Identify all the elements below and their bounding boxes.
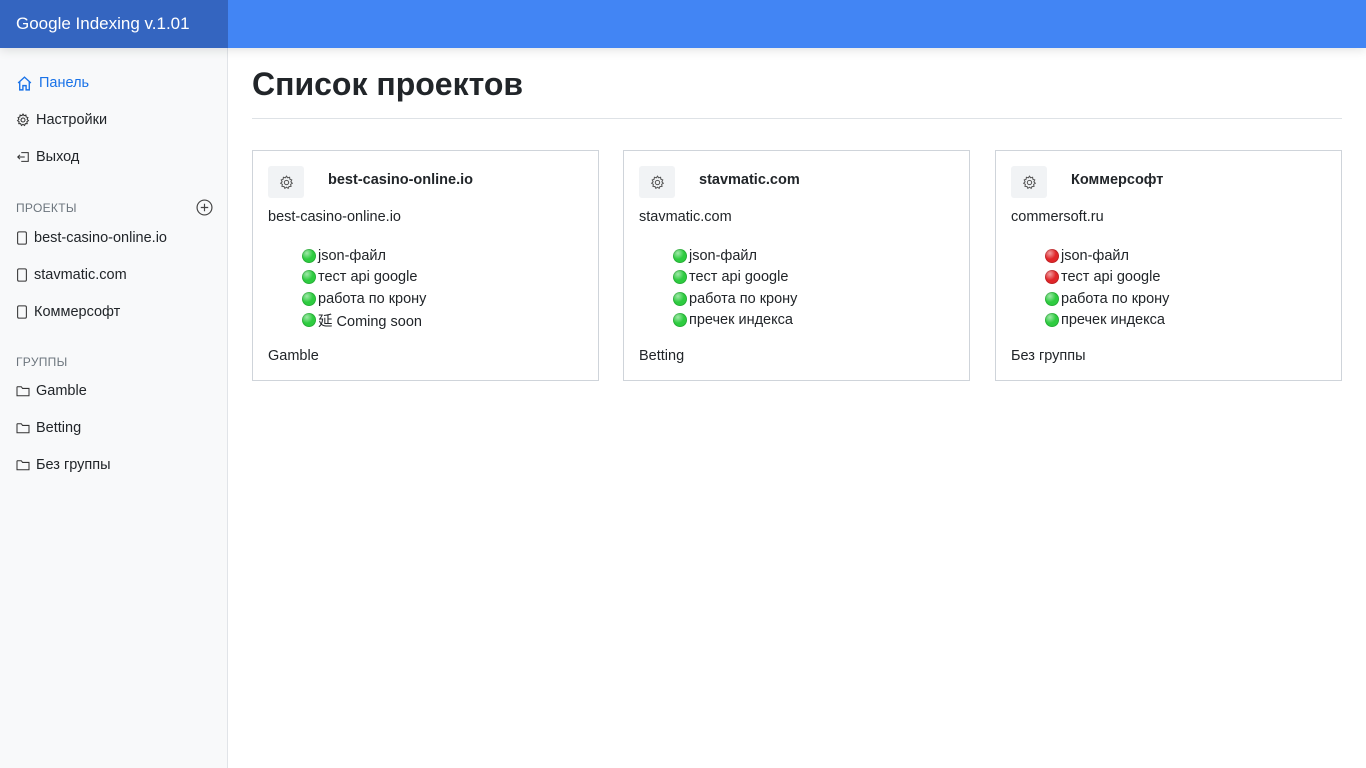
check-label: работа по крону xyxy=(1061,290,1170,307)
add-project-button[interactable] xyxy=(195,198,213,216)
nav-item-label: Выход xyxy=(36,149,80,165)
home-icon xyxy=(17,75,32,91)
check-item: работа по крону xyxy=(1045,288,1169,310)
status-dot xyxy=(302,313,316,328)
gear-icon xyxy=(279,174,293,189)
project-checks: json-файл тест api google работа по крон… xyxy=(1045,245,1169,331)
sidebar-group-betting[interactable]: Betting xyxy=(16,416,81,440)
folder-icon xyxy=(16,460,30,471)
nav-item-logout[interactable]: Выход xyxy=(16,145,79,169)
status-dot xyxy=(1045,291,1059,306)
project-card: stavmatic.com stavmatic.com json-файл те… xyxy=(623,150,970,381)
nav-item-label: Панель xyxy=(39,75,90,91)
project-settings-button[interactable] xyxy=(1011,166,1047,198)
check-item: json-файл xyxy=(302,245,426,267)
sidebar-group-label: Betting xyxy=(36,420,82,436)
sidebar-group-label: Gamble xyxy=(36,383,87,399)
sidebar-group-label: Без группы xyxy=(36,457,111,473)
check-item: тест api google xyxy=(673,267,797,289)
status-dot xyxy=(673,270,687,285)
project-name[interactable]: stavmatic.com xyxy=(699,172,800,188)
project-checks: json-файл тест api google работа по крон… xyxy=(673,245,797,331)
check-label: пречек индекса xyxy=(689,312,793,329)
nav-item-dashboard[interactable]: Панель xyxy=(16,71,89,95)
project-group: Без группы xyxy=(1011,348,1086,364)
sidebar-project-label: best-casino-online.io xyxy=(34,230,167,246)
sidebar-group-no-group[interactable]: Без группы xyxy=(16,453,111,477)
nav-item-label: Настройки xyxy=(36,112,108,128)
check-item: пречек индекса xyxy=(673,310,797,332)
project-domain: best-casino-online.io xyxy=(268,209,401,225)
title-divider xyxy=(252,118,1342,119)
folder-icon xyxy=(16,423,30,434)
check-label: json-файл xyxy=(1061,247,1129,264)
check-item: тест api google xyxy=(1045,267,1169,289)
check-label: работа по крону xyxy=(689,290,798,307)
folder-icon xyxy=(16,386,30,397)
project-name[interactable]: Коммерсофт xyxy=(1071,172,1163,188)
project-group: Gamble xyxy=(268,348,319,364)
project-domain: stavmatic.com xyxy=(639,209,732,225)
file-icon xyxy=(17,268,27,282)
check-label: пречек индекса xyxy=(1061,312,1165,329)
file-icon xyxy=(17,305,27,319)
status-dot xyxy=(302,248,316,263)
check-item: 延 Coming soon xyxy=(302,310,426,332)
sidebar-group-gamble[interactable]: Gamble xyxy=(16,379,87,403)
status-dot xyxy=(1045,313,1059,328)
project-name[interactable]: best-casino-online.io xyxy=(328,172,473,188)
groups-heading: ГРУППЫ xyxy=(16,355,68,369)
projects-heading: ПРОЕКТЫ xyxy=(16,201,77,215)
sidebar-project-label: Коммерсофт xyxy=(34,304,121,320)
project-checks: json-файл тест api google работа по крон… xyxy=(302,245,426,331)
gear-icon xyxy=(16,113,30,127)
status-dot xyxy=(1045,270,1059,285)
check-label: тест api google xyxy=(318,269,418,286)
check-label: тест api google xyxy=(689,269,789,286)
gear-icon xyxy=(1022,174,1036,189)
check-item: тест api google xyxy=(302,267,426,289)
check-label: 延 Coming soon xyxy=(318,313,422,330)
status-dot xyxy=(302,270,316,285)
app-title[interactable]: Google Indexing v.1.01 xyxy=(0,0,228,48)
status-dot xyxy=(673,291,687,306)
check-item: работа по крону xyxy=(302,288,426,310)
check-item: json-файл xyxy=(1045,245,1169,267)
plus-circle-icon xyxy=(195,198,213,216)
status-dot xyxy=(673,313,687,328)
sidebar-project-stavmatic[interactable]: stavmatic.com xyxy=(16,263,127,287)
project-settings-button[interactable] xyxy=(268,166,304,198)
project-card: Коммерсофт commersoft.ru json-файл тест … xyxy=(995,150,1342,381)
check-item: работа по крону xyxy=(673,288,797,310)
check-label: json-файл xyxy=(689,247,757,264)
nav-item-settings[interactable]: Настройки xyxy=(16,108,107,132)
check-item: пречек индекса xyxy=(1045,310,1169,332)
project-settings-button[interactable] xyxy=(639,166,675,198)
check-label: json-файл xyxy=(318,247,386,264)
check-label: тест api google xyxy=(1061,269,1161,286)
top-bar: Google Indexing v.1.01 xyxy=(0,0,1366,48)
logout-icon xyxy=(17,152,29,162)
sidebar-project-kommersoft[interactable]: Коммерсофт xyxy=(16,300,120,324)
sidebar: Панель Настройки Выход ПРОЕКТЫ best-casi… xyxy=(0,48,228,768)
status-dot xyxy=(673,248,687,263)
sidebar-project-best-casino[interactable]: best-casino-online.io xyxy=(16,226,167,250)
status-dot xyxy=(1045,248,1059,263)
status-dot xyxy=(302,291,316,306)
project-group: Betting xyxy=(639,348,685,364)
page-title: Список проектов xyxy=(252,66,524,102)
gear-icon xyxy=(650,174,664,189)
project-domain: commersoft.ru xyxy=(1011,209,1104,225)
check-label: работа по крону xyxy=(318,290,427,307)
sidebar-project-label: stavmatic.com xyxy=(34,267,127,283)
file-icon xyxy=(17,231,27,245)
project-card: best-casino-online.io best-casino-online… xyxy=(252,150,599,381)
check-item: json-файл xyxy=(673,245,797,267)
